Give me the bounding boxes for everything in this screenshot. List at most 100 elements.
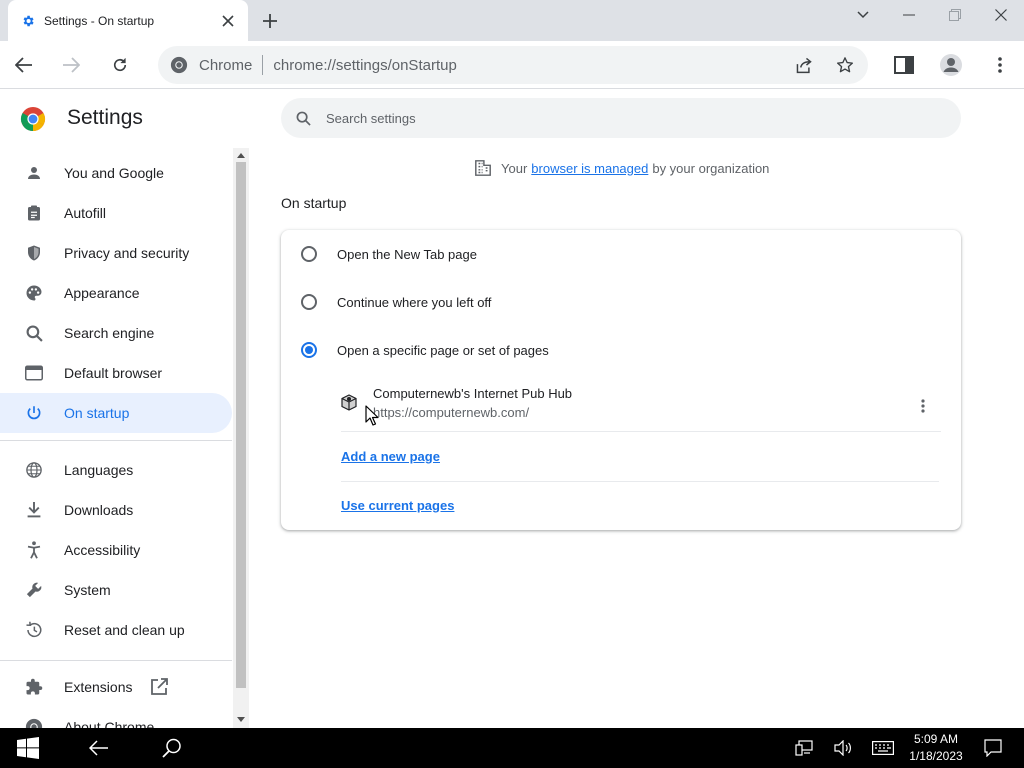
startup-page-entry: Computernewb's Internet Pub Hub https://… xyxy=(341,380,941,432)
url-path: settings/onStartup xyxy=(335,56,457,74)
person-icon xyxy=(24,163,44,183)
minimize-button[interactable] xyxy=(891,4,927,26)
system-clock[interactable]: 5:09 AM 1/18/2023 xyxy=(906,731,966,765)
browser-managed-link[interactable]: browser is managed xyxy=(531,161,648,176)
tab-close-icon[interactable] xyxy=(218,11,238,31)
option-continue[interactable]: Continue where you left off xyxy=(281,282,961,322)
restore-button[interactable] xyxy=(937,4,973,26)
scrollbar-thumb[interactable] xyxy=(236,162,246,688)
sidebar-item-languages[interactable]: Languages xyxy=(0,450,232,490)
on-startup-card: Open the New Tab page Continue where you… xyxy=(281,230,961,530)
option-new-tab[interactable]: Open the New Tab page xyxy=(281,234,961,274)
sidebar-item-extensions[interactable]: Extensions xyxy=(0,667,232,707)
sidebar-item-downloads[interactable]: Downloads xyxy=(0,490,232,530)
sidebar-item-you-and-google[interactable]: You and Google xyxy=(0,153,232,193)
sidebar-item-autofill[interactable]: Autofill xyxy=(0,193,232,233)
shield-icon xyxy=(24,243,44,263)
search-settings-field[interactable] xyxy=(281,98,961,138)
use-current-pages-link[interactable]: Use current pages xyxy=(341,498,454,513)
keyboard-icon[interactable] xyxy=(860,728,906,768)
share-icon[interactable] xyxy=(790,51,818,79)
chrome-icon xyxy=(169,55,189,75)
back-arrow-icon[interactable] xyxy=(76,728,122,768)
chrome-logo-icon xyxy=(20,106,46,132)
option-specific-pages[interactable]: Open a specific page or set of pages xyxy=(281,330,961,370)
option-label: Open the New Tab page xyxy=(337,246,477,262)
sidebar-item-search-engine[interactable]: Search engine xyxy=(0,313,232,353)
url-host: chrome:// xyxy=(273,56,336,74)
site-favicon-icon xyxy=(341,394,357,411)
tab-search-chevron-icon[interactable] xyxy=(845,4,881,26)
page-title: Settings xyxy=(67,106,143,129)
add-new-page-link[interactable]: Add a new page xyxy=(341,449,440,464)
sidebar-item-label: Default browser xyxy=(64,365,163,381)
taskbar-search-icon[interactable] xyxy=(149,728,195,768)
scroll-up-arrow-icon[interactable] xyxy=(237,151,245,159)
tab-title: Settings - On startup xyxy=(44,13,155,28)
back-button[interactable] xyxy=(10,51,38,79)
browser-window-icon xyxy=(24,363,44,383)
sidebar-item-label: Extensions xyxy=(64,679,133,695)
sidebar-item-default-browser[interactable]: Default browser xyxy=(0,353,232,393)
close-window-button[interactable] xyxy=(983,4,1019,26)
clipboard-icon xyxy=(24,203,44,223)
notifications-icon[interactable] xyxy=(970,728,1016,768)
mouse-cursor-icon xyxy=(365,405,379,426)
use-current-row: Use current pages xyxy=(341,481,939,529)
address-bar[interactable]: Chrome chrome://settings/onStartup xyxy=(158,46,868,84)
radio-continue[interactable] xyxy=(301,294,317,310)
forward-button[interactable] xyxy=(57,51,85,79)
building-icon xyxy=(475,160,491,176)
sidebar-item-about-chrome[interactable]: About Chrome xyxy=(0,707,232,728)
wrench-icon xyxy=(24,580,44,600)
power-icon xyxy=(24,403,44,423)
new-tab-button[interactable] xyxy=(258,9,282,33)
site-label: Chrome xyxy=(199,56,253,74)
windows-start-icon[interactable] xyxy=(5,728,51,768)
sidebar-item-privacy[interactable]: Privacy and security xyxy=(0,233,232,273)
search-icon xyxy=(293,108,313,128)
radio-new-tab[interactable] xyxy=(301,246,317,262)
scroll-down-arrow-icon[interactable] xyxy=(237,715,245,723)
managed-prefix: Your xyxy=(501,160,528,176)
accessibility-icon xyxy=(24,540,44,560)
sidebar-item-label: Downloads xyxy=(64,502,134,518)
palette-icon xyxy=(24,283,44,303)
tab-settings[interactable]: Settings - On startup xyxy=(8,0,248,41)
chrome-icon xyxy=(24,717,44,728)
browser-toolbar: Chrome chrome://settings/onStartup xyxy=(0,41,1024,89)
sidebar-item-reset[interactable]: Reset and clean up xyxy=(0,610,232,650)
radio-specific-pages[interactable] xyxy=(301,342,317,358)
globe-icon xyxy=(24,460,44,480)
more-menu-icon[interactable] xyxy=(986,51,1014,79)
sidebar-item-on-startup[interactable]: On startup xyxy=(0,393,232,433)
sidebar-item-label: About Chrome xyxy=(64,719,155,728)
add-page-row: Add a new page xyxy=(341,432,939,480)
url-text[interactable]: chrome://settings/onStartup xyxy=(273,57,456,74)
search-input[interactable] xyxy=(326,110,886,126)
windows-taskbar: 5:09 AM 1/18/2023 xyxy=(0,728,1024,768)
sidebar-item-label: Languages xyxy=(64,462,134,478)
sidebar-item-accessibility[interactable]: Accessibility xyxy=(0,530,232,570)
sidebar-item-system[interactable]: System xyxy=(0,570,232,610)
sidebar-scrollbar[interactable] xyxy=(233,148,249,728)
clock-time: 5:09 AM xyxy=(913,732,959,746)
side-panel-button[interactable] xyxy=(890,51,918,79)
sidebar-item-appearance[interactable]: Appearance xyxy=(0,273,232,313)
settings-sidebar: You and Google Autofill Privacy and secu… xyxy=(0,150,234,728)
clock-date: 1/18/2023 xyxy=(909,749,963,763)
gear-icon xyxy=(20,13,36,29)
sidebar-item-label: Search engine xyxy=(64,325,155,341)
reload-button[interactable] xyxy=(106,51,134,79)
search-icon xyxy=(24,323,44,343)
bookmark-star-icon[interactable] xyxy=(831,51,859,79)
sidebar-item-label: Appearance xyxy=(64,285,140,301)
omnibox-separator xyxy=(262,55,264,75)
page-more-actions-icon[interactable] xyxy=(905,392,941,420)
sidebar-item-label: Privacy and security xyxy=(64,245,190,261)
sidebar-item-label: Accessibility xyxy=(64,542,141,558)
profile-avatar-icon[interactable] xyxy=(937,51,965,79)
download-icon xyxy=(24,500,44,520)
startup-page-url: https://computernewb.com/ xyxy=(373,405,530,420)
startup-page-name: Computernewb's Internet Pub Hub xyxy=(373,386,573,401)
